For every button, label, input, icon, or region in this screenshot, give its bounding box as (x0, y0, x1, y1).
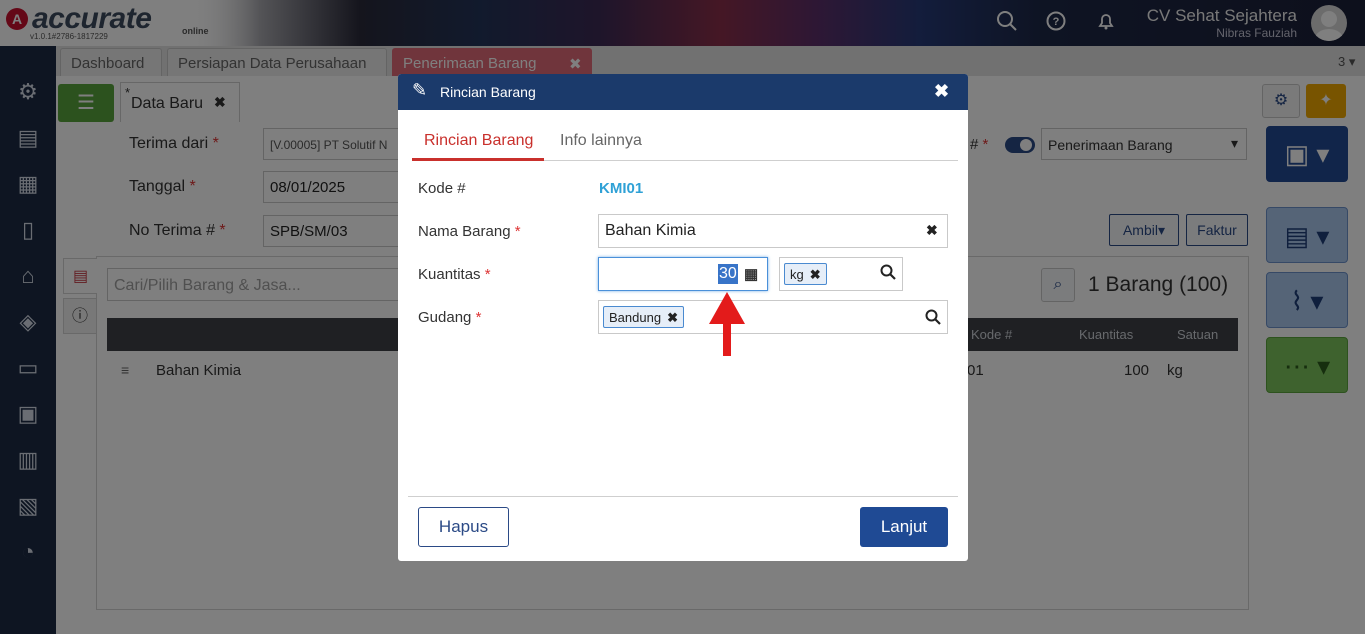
kode-value[interactable]: KMI01 (599, 180, 643, 197)
kode-label: Kode # (418, 180, 466, 197)
pencil-icon: ✎ (412, 80, 428, 100)
gudang-chip: Bandung ✖ (603, 306, 684, 328)
gudang-input[interactable]: Bandung ✖ (598, 300, 948, 334)
kuantitas-label: Kuantitas * (418, 266, 491, 283)
active-tab-indicator (412, 158, 544, 161)
unit-input[interactable]: kg ✖ (779, 257, 903, 291)
close-icon[interactable]: ✖ (934, 81, 949, 102)
tab-info-lainnya[interactable]: Info lainnya (560, 132, 642, 150)
kuantitas-input[interactable] (598, 257, 768, 291)
lanjut-button[interactable]: Lanjut (860, 507, 948, 547)
search-icon[interactable] (925, 309, 941, 330)
nama-barang-label: Nama Barang * (418, 223, 521, 240)
hapus-button[interactable]: Hapus (418, 507, 509, 547)
clear-icon[interactable]: ✖ (926, 222, 938, 239)
chip-close-icon[interactable]: ✖ (810, 267, 821, 282)
search-icon[interactable] (880, 264, 896, 285)
gudang-label: Gudang * (418, 309, 482, 326)
arrow-shaft (723, 314, 731, 356)
calculator-icon[interactable]: ▦ (744, 265, 758, 283)
dialog-title: Rincian Barang (440, 84, 536, 100)
footer-divider (408, 496, 958, 497)
nama-barang-input[interactable]: Bahan Kimia (598, 214, 948, 248)
unit-chip: kg ✖ (784, 263, 827, 285)
kuantitas-value: 30 (718, 264, 738, 284)
rincian-barang-dialog: ✎ Rincian Barang ✖ Rincian Barang Info l… (398, 74, 968, 561)
tab-rincian-barang[interactable]: Rincian Barang (424, 132, 533, 150)
chip-close-icon[interactable]: ✖ (667, 310, 678, 325)
